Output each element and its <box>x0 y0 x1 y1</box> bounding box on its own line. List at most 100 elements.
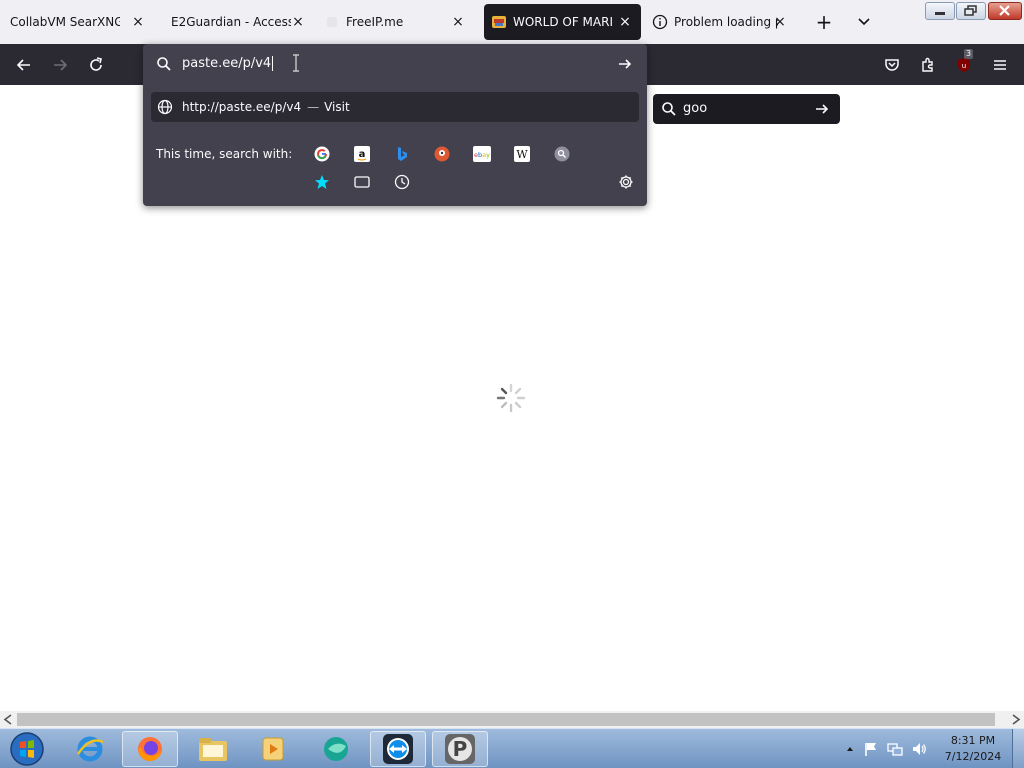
arrow-right-icon <box>54 59 68 71</box>
restore-button[interactable] <box>956 2 986 20</box>
hamburger-menu-icon <box>994 60 1006 70</box>
scrollbar-thumb[interactable] <box>17 713 995 726</box>
tab-close-button[interactable]: × <box>448 12 468 32</box>
restore-icon <box>964 5 977 16</box>
tab-collabvm-searxng[interactable]: CollabVM SearXNG × <box>4 4 154 40</box>
search-icon <box>662 102 676 116</box>
svg-text:W: W <box>516 148 528 161</box>
tabs-icon[interactable] <box>353 173 371 191</box>
taskbar: P 8:31 PM 7/12/2024 <box>0 728 1024 768</box>
back-button[interactable] <box>11 52 37 78</box>
new-tab-button[interactable]: + <box>812 10 836 34</box>
search-with-label: This time, search with: <box>156 147 293 161</box>
urlbar-dropdown: paste.ee/p/v4 http://paste.ee/p/v4 — Visit… <box>143 44 647 206</box>
forward-button[interactable] <box>47 52 73 78</box>
info-icon <box>652 14 668 30</box>
pocket-icon <box>885 59 899 71</box>
tab-freeip[interactable]: FreeIP.me × <box>324 4 474 40</box>
internet-explorer-icon[interactable] <box>62 731 118 767</box>
svg-text:u: u <box>962 62 966 70</box>
google-icon[interactable] <box>313 145 331 163</box>
close-window-button[interactable] <box>988 2 1022 20</box>
loading-spinner-icon <box>494 381 528 415</box>
tab-strip: CollabVM SearXNG × E2Guardian - Access D… <box>0 0 1024 44</box>
text-caret <box>272 56 274 71</box>
scroll-left-icon[interactable] <box>3 714 13 725</box>
suggestion-url: http://paste.ee/p/v4 <box>182 100 302 114</box>
tab-title: Problem loading p <box>674 15 778 29</box>
tab-close-button[interactable]: × <box>615 12 635 32</box>
tab-title: E2Guardian - Access De <box>171 15 291 29</box>
bookmarks-star-icon[interactable] <box>313 173 331 191</box>
menu-button[interactable] <box>987 52 1013 78</box>
pocket-button[interactable] <box>879 52 905 78</box>
duckduckgo-icon[interactable] <box>433 145 451 163</box>
volume-icon[interactable] <box>911 741 927 757</box>
chevron-down-icon <box>858 18 870 26</box>
minimize-icon <box>935 12 945 15</box>
show-desktop-button[interactable] <box>1012 729 1024 768</box>
file-explorer-icon[interactable] <box>185 731 241 767</box>
start-button[interactable] <box>0 731 54 767</box>
svg-text:a: a <box>359 149 366 160</box>
reload-button[interactable] <box>83 52 109 78</box>
screen: CollabVM SearXNG × E2Guardian - Access D… <box>0 0 1024 768</box>
url-input[interactable]: paste.ee/p/v4 <box>182 56 274 71</box>
search-engine-icon[interactable] <box>553 145 571 163</box>
search-settings-gear-icon[interactable] <box>617 173 635 191</box>
network-icon[interactable] <box>887 741 903 757</box>
system-tray <box>845 729 927 768</box>
tab-close-button[interactable]: × <box>770 12 790 32</box>
history-clock-icon[interactable] <box>393 173 411 191</box>
psiphon-icon[interactable]: P <box>432 731 488 767</box>
go-arrow-icon[interactable] <box>617 56 633 72</box>
firefox-taskbar-icon[interactable] <box>122 731 178 767</box>
scroll-right-icon[interactable] <box>1011 714 1021 725</box>
tab-world-of-mario[interactable]: WORLD OF MARIO × <box>484 4 641 40</box>
tab-close-button[interactable]: × <box>128 12 148 32</box>
action-center-flag-icon[interactable] <box>863 741 879 757</box>
suggestion-row[interactable]: http://paste.ee/p/v4 — Visit <box>151 92 639 122</box>
clock-date: 7/12/2024 <box>944 750 1002 763</box>
search-input[interactable]: goo <box>683 101 707 116</box>
favicon-icon <box>324 14 340 30</box>
reload-icon <box>90 57 102 71</box>
tab-title: WORLD OF MARIO <box>513 15 613 29</box>
minimize-button[interactable] <box>925 2 955 20</box>
tab-title: CollabVM SearXNG <box>10 15 120 29</box>
show-hidden-icons-icon[interactable] <box>845 744 855 754</box>
extensions-button[interactable] <box>915 52 941 78</box>
wikipedia-icon[interactable]: W <box>513 145 531 163</box>
search-bar[interactable]: goo <box>653 94 840 124</box>
system-clock[interactable]: 8:31 PM 7/12/2024 <box>934 733 1012 765</box>
ublock-origin-button[interactable]: u 3 <box>951 49 977 78</box>
svg-text:P: P <box>453 737 468 761</box>
amazon-icon[interactable]: a <box>353 145 371 163</box>
tab-e2guardian[interactable]: E2Guardian - Access De × <box>164 4 314 40</box>
suggestion-text: http://paste.ee/p/v4 — Visit <box>182 100 350 114</box>
search-icon <box>157 57 171 71</box>
list-all-tabs-button[interactable] <box>852 10 876 34</box>
bing-icon[interactable] <box>393 145 411 163</box>
suggestion-separator: — <box>307 100 320 114</box>
puzzle-icon <box>922 57 933 72</box>
ebay-icon[interactable]: ebay <box>473 145 491 163</box>
teamviewer-icon[interactable] <box>370 731 426 767</box>
media-player-icon[interactable] <box>245 731 301 767</box>
arrow-left-icon <box>16 59 30 71</box>
address-bar[interactable]: paste.ee/p/v4 <box>143 44 647 84</box>
tab-problem-loading[interactable]: Problem loading p × <box>646 4 796 40</box>
clock-time: 8:31 PM <box>950 734 996 747</box>
ibeam-cursor-icon <box>293 54 299 72</box>
horizontal-scrollbar[interactable] <box>0 711 1024 728</box>
globe-icon <box>157 99 173 115</box>
tab-title: FreeIP.me <box>346 15 404 29</box>
extension-badge: 3 <box>964 49 974 59</box>
close-icon <box>999 5 1010 16</box>
windows-orb-icon <box>10 732 44 766</box>
suggestion-action: Visit <box>324 100 350 114</box>
app-teal-icon[interactable] <box>308 731 364 767</box>
tab-close-button[interactable]: × <box>288 12 308 32</box>
mario-favicon-icon <box>491 14 507 30</box>
go-arrow-icon[interactable] <box>814 101 830 117</box>
